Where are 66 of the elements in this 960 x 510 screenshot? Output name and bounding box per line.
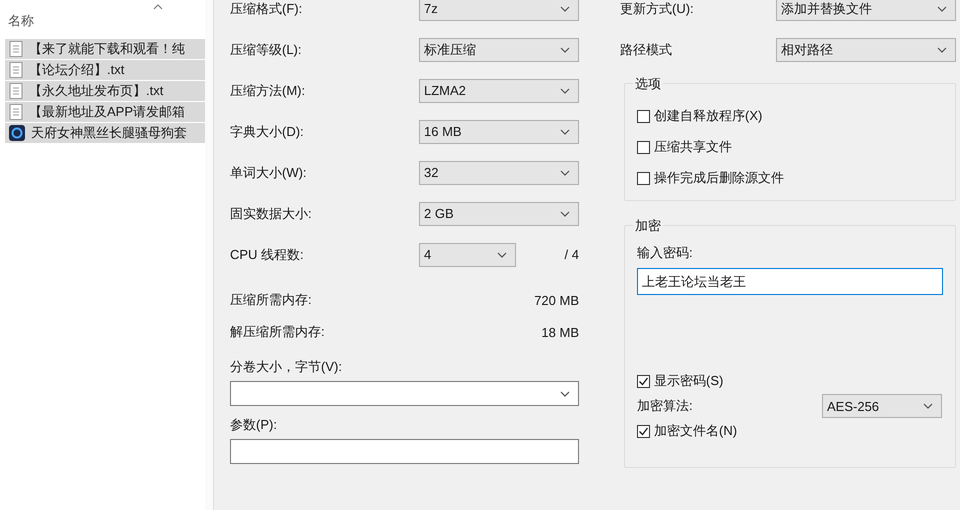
checkbox[interactable]: [637, 110, 650, 122]
field-label: 输入密码:: [637, 244, 694, 262]
memory-value: 720 MB: [534, 292, 579, 308]
chevron-down-icon: [560, 210, 570, 216]
field-label: 压缩方法(M):: [230, 82, 306, 100]
checkbox-label[interactable]: 创建自释放程序(X): [654, 107, 762, 125]
group-title: 选项: [633, 75, 663, 93]
field-label: 路径模式: [620, 40, 673, 58]
chevron-down-icon: [497, 252, 507, 258]
checkmark-icon: [638, 426, 649, 436]
field-label: CPU 线程数:: [230, 246, 305, 264]
field-label: 参数(P):: [230, 416, 278, 434]
checkbox[interactable]: [637, 140, 650, 154]
checkbox[interactable]: [637, 424, 650, 438]
checkmark-icon: [638, 376, 649, 386]
field-label: 分卷大小，字节(V):: [230, 358, 343, 376]
dropdown[interactable]: 4: [419, 242, 516, 266]
dropdown[interactable]: LZMA2: [419, 78, 579, 102]
chevron-down-icon: [560, 88, 570, 94]
file-row[interactable]: 【永久地址发布页】.txt: [5, 81, 205, 101]
chevron-down-icon: [923, 403, 933, 409]
file-row[interactable]: 【来了就能下载和观看！纯: [5, 39, 205, 59]
chevron-down-icon: [560, 6, 570, 12]
file-row[interactable]: 天府女神黑丝长腿骚母狗套: [5, 123, 205, 143]
dropdown[interactable]: 标准压缩: [419, 38, 579, 62]
dropdown[interactable]: 7z: [419, 0, 579, 20]
checkbox[interactable]: [637, 374, 650, 388]
checkbox-label[interactable]: 压缩共享文件: [654, 138, 732, 156]
parameters-field[interactable]: [230, 439, 579, 464]
chevron-down-icon: [937, 6, 947, 12]
password-field[interactable]: 上老王论坛当老王: [637, 268, 943, 295]
dropdown[interactable]: 16 MB: [419, 120, 579, 144]
dropdown[interactable]: 添加并替换文件: [776, 0, 956, 20]
dropdown[interactable]: 2 GB: [419, 202, 579, 226]
document-icon: [9, 41, 23, 57]
document-icon: [9, 83, 23, 99]
field-label: 固实数据大小:: [230, 204, 313, 222]
memory-value: 18 MB: [541, 324, 579, 340]
document-icon: [9, 62, 23, 78]
memory-label: 压缩所需内存:: [230, 291, 312, 309]
app-icon: [9, 125, 25, 141]
chevron-down-icon: [560, 170, 570, 176]
document-icon: [9, 104, 23, 120]
dropdown[interactable]: 相对路径: [776, 38, 956, 62]
thread-total: / 4: [564, 247, 579, 262]
dropdown[interactable]: 32: [419, 160, 579, 184]
checkbox-label[interactable]: 操作完成后删除源文件: [654, 169, 784, 187]
chevron-down-icon: [937, 46, 947, 52]
field-label: 压缩格式(F):: [230, 0, 304, 18]
field-label: 字典大小(D):: [230, 122, 305, 140]
checkbox-label[interactable]: 显示密码(S): [654, 372, 724, 390]
field-label: 压缩等级(L):: [230, 40, 302, 58]
field-label: 更新方式(U):: [620, 0, 695, 18]
chevron-down-icon: [560, 128, 570, 134]
memory-label: 解压缩所需内存:: [230, 323, 325, 341]
checkbox[interactable]: [637, 172, 650, 184]
chevron-down-icon: [560, 390, 570, 396]
field-label: 单词大小(W):: [230, 164, 308, 182]
file-row[interactable]: 【最新地址及APP请发邮箱: [5, 102, 205, 122]
column-header[interactable]: 名称: [8, 12, 34, 30]
field-label: 加密算法:: [637, 397, 694, 415]
chevron-down-icon: [560, 46, 570, 52]
dropdown[interactable]: AES-256: [822, 394, 942, 418]
volume-size-dropdown[interactable]: [230, 381, 579, 406]
checkbox-label[interactable]: 加密文件名(N): [654, 422, 738, 440]
file-row[interactable]: 【论坛介绍】.txt: [5, 60, 205, 80]
